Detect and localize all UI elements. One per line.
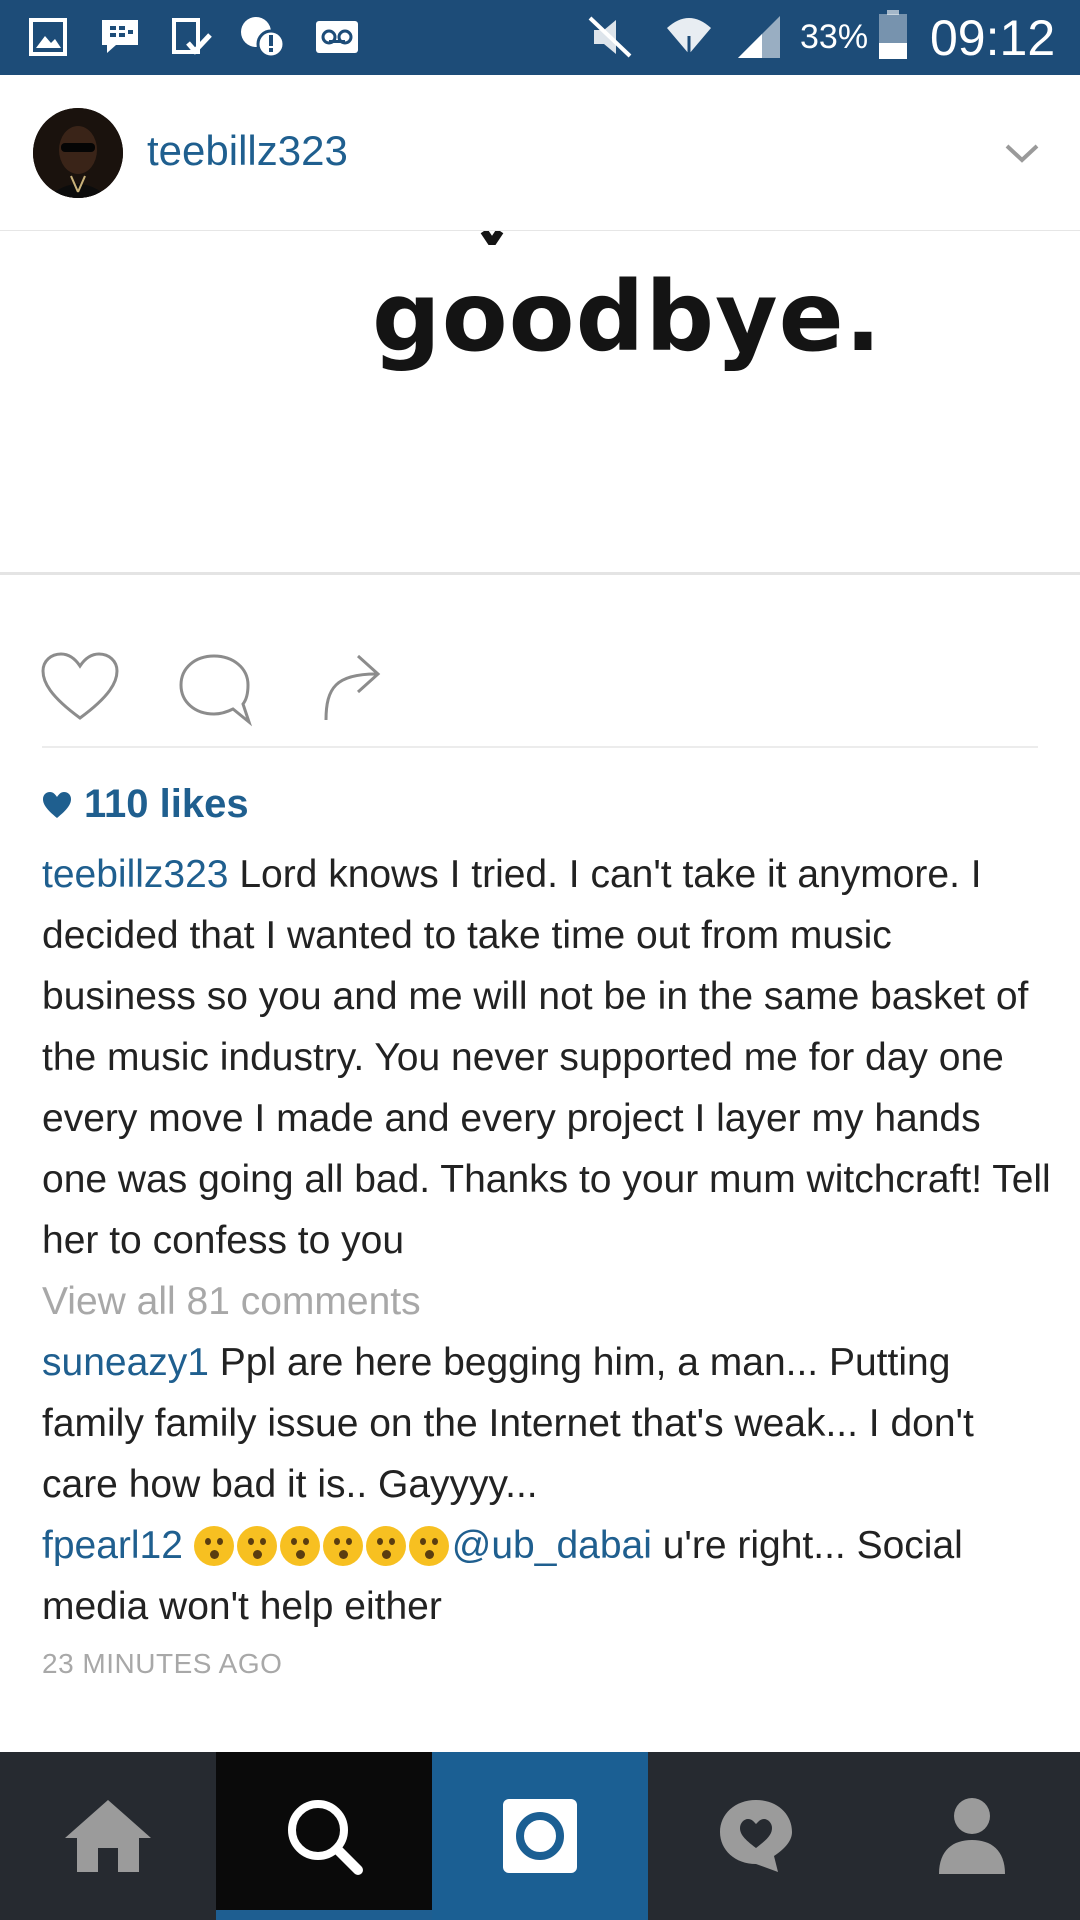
voicemail-icon [314,14,360,60]
comment-mention[interactable]: @ub_dabai [452,1524,652,1567]
actions-divider [42,746,1038,748]
home-icon [65,1800,151,1872]
like-count-text: 110 likes [84,782,249,826]
nav-home[interactable] [0,1752,216,1920]
mute-icon [586,14,636,60]
comment-username[interactable]: suneazy1 [42,1341,209,1384]
download-done-icon [170,14,214,60]
like-heart-icon[interactable] [40,652,120,727]
cropped-glyph [478,231,512,251]
small-heart-icon [43,791,71,818]
astonished-face-emoji-icon [408,1526,449,1566]
activity-heart-bubble-icon [720,1800,792,1872]
nav-activity[interactable] [648,1752,864,1920]
comment-item: fpearl12 @ub_dabai u're right... Social … [42,1515,1052,1637]
hushed-face-emoji-icon [279,1526,320,1566]
comment-username[interactable]: fpearl12 [42,1524,183,1567]
hushed-face-emoji-icon [322,1526,363,1566]
status-bar: 33% 09:12 [0,0,1080,75]
post-actions [0,640,1080,730]
post-header: teebillz323 [0,75,1080,231]
worried-face-emoji-icon [236,1526,277,1566]
nav-profile[interactable] [864,1752,1080,1920]
battery-icon [878,10,908,59]
signal-icon [734,14,784,60]
clock: 09:12 [930,9,1056,66]
wifi-icon [664,14,714,60]
like-count[interactable]: 110 likes [42,782,249,827]
share-arrow-icon[interactable] [322,650,386,727]
post-image[interactable]: goodbye. [0,231,1080,571]
chevron-down-icon[interactable] [1002,133,1042,173]
comment-bubble-icon[interactable] [178,652,254,733]
nav-search[interactable] [216,1752,432,1920]
nav-camera[interactable] [432,1752,648,1920]
astonished-face-emoji-icon [365,1526,406,1566]
gallery-icon [28,14,68,60]
post-image-text: goodbye. [372,261,883,373]
search-icon [288,1800,363,1875]
caption: teebillz323 Lord knows I tried. I can't … [42,844,1052,1271]
view-all-comments-link[interactable]: View all 81 comments [42,1271,1052,1332]
image-divider [0,572,1080,575]
caption-text: Lord knows I tried. I can't take it anym… [42,853,1051,1262]
hushed-face-emoji-icon [193,1526,234,1566]
profile-icon [939,1798,1005,1874]
caption-username[interactable]: teebillz323 [42,853,228,896]
camera-icon [503,1799,577,1873]
post-author-username[interactable]: teebillz323 [147,127,348,175]
post-timestamp: 23 MINUTES AGO [42,1648,283,1679]
bottom-nav [0,1752,1080,1920]
comment-item: suneazy1 Ppl are here begging him, a man… [42,1332,1052,1515]
alert-bubble-icon [238,14,288,60]
avatar[interactable] [33,108,123,198]
battery-percent: 33% [800,18,869,56]
bbm-icon [98,14,142,60]
